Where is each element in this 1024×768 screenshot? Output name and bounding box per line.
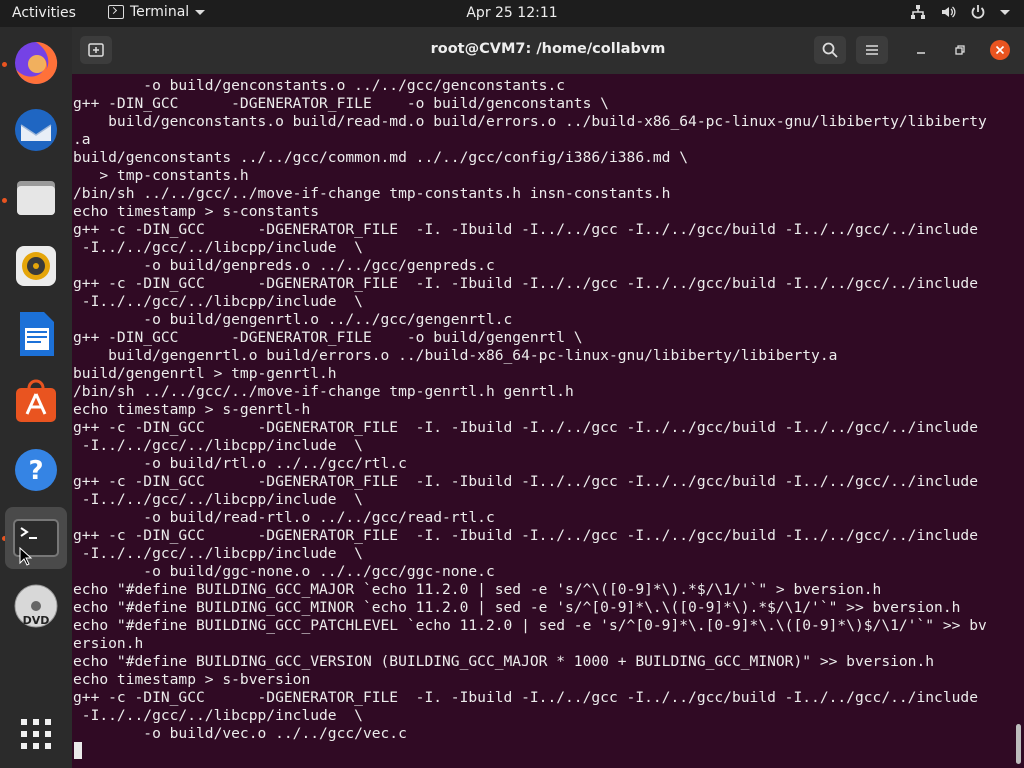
- minimize-icon: [917, 52, 925, 54]
- close-icon: [995, 45, 1005, 55]
- terminal-line: echo "#define BUILDING_GCC_PATCHLEVEL `e…: [73, 617, 987, 634]
- terminal-headerbar: root@CVM7: /home/collabvm: [72, 27, 1024, 74]
- terminal-line: /bin/sh ../../gcc/../move-if-change tmp-…: [73, 185, 671, 202]
- terminal-line: -I../../gcc/../libcpp/include \: [73, 239, 363, 256]
- writer-icon: [20, 312, 54, 356]
- window-title: root@CVM7: /home/collabvm: [430, 41, 666, 57]
- restore-icon: [955, 45, 965, 55]
- hamburger-menu-icon: [866, 45, 878, 55]
- terminal-line: echo timestamp > s-bversion: [73, 671, 311, 688]
- dock-thunderbird[interactable]: [5, 99, 67, 161]
- activities-button[interactable]: Activities: [12, 5, 76, 21]
- terminal-line: -I../../gcc/../libcpp/include \: [73, 545, 363, 562]
- rhythmbox-icon: [16, 246, 56, 286]
- search-icon: [822, 42, 838, 58]
- terminal-line: ersion.h: [73, 635, 144, 652]
- terminal-line: g++ -c -DIN_GCC -DGENERATOR_FILE -I. -Ib…: [73, 275, 978, 292]
- dock-help[interactable]: ?: [5, 439, 67, 501]
- menu-button[interactable]: [856, 36, 888, 64]
- top-bar: Activities Terminal Apr 25 12:11: [0, 0, 1024, 27]
- firefox-icon: [15, 41, 58, 84]
- terminal-line: g++ -c -DIN_GCC -DGENERATOR_FILE -I. -Ib…: [73, 419, 978, 436]
- terminal-line: -I../../gcc/../libcpp/include \: [73, 707, 363, 724]
- search-button[interactable]: [814, 36, 846, 64]
- terminal-line: -o build/gengenrtl.o ../../gcc/gengenrtl…: [73, 311, 513, 328]
- terminal-line: -I../../gcc/../libcpp/include \: [73, 491, 363, 508]
- terminal-line: -o build/vec.o ../../gcc/vec.c: [73, 725, 407, 742]
- terminal-icon: [108, 5, 124, 19]
- terminal-line: build/gengenrtl > tmp-genrtl.h: [73, 365, 337, 382]
- new-tab-button[interactable]: [80, 36, 112, 64]
- terminal-line: -o build/genpreds.o ../../gcc/genpreds.c: [73, 257, 495, 274]
- show-applications-button[interactable]: [5, 703, 67, 765]
- terminal-line: .a: [73, 131, 91, 148]
- terminal-output: -o build/genconstants.o ../../gcc/gencon…: [73, 77, 987, 743]
- terminal-line: > tmp-constants.h: [73, 167, 249, 184]
- dvd-icon: DVD: [14, 584, 58, 628]
- dock-writer[interactable]: [5, 303, 67, 365]
- mouse-pointer-icon: [19, 547, 33, 566]
- app-menu-label: Terminal: [130, 4, 190, 20]
- terminal-line: /bin/sh ../../gcc/../move-if-change tmp-…: [73, 383, 574, 400]
- terminal-line: g++ -DIN_GCC -DGENERATOR_FILE -o build/g…: [73, 95, 609, 112]
- software-center-icon: [16, 379, 56, 422]
- terminal-line: -o build/ggc-none.o ../../gcc/ggc-none.c: [73, 563, 495, 580]
- terminal-line: g++ -c -DIN_GCC -DGENERATOR_FILE -I. -Ib…: [73, 527, 978, 544]
- dock-terminal[interactable]: [5, 507, 67, 569]
- terminal-view[interactable]: -o build/genconstants.o ../../gcc/gencon…: [72, 74, 1024, 768]
- terminal-line: echo timestamp > s-constants: [73, 203, 320, 220]
- terminal-line: g++ -c -DIN_GCC -DGENERATOR_FILE -I. -Ib…: [73, 221, 978, 238]
- dock-software[interactable]: [5, 371, 67, 433]
- thunderbird-icon: [15, 109, 57, 151]
- power-icon: [971, 5, 985, 19]
- network-icon: [911, 5, 925, 19]
- terminal-line: -o build/genconstants.o ../../gcc/gencon…: [73, 77, 566, 94]
- terminal-line: g++ -c -DIN_GCC -DGENERATOR_FILE -I. -Ib…: [73, 473, 978, 490]
- terminal-line: -o build/rtl.o ../../gcc/rtl.c: [73, 455, 407, 472]
- app-menu[interactable]: Terminal: [108, 4, 206, 20]
- maximize-button[interactable]: [950, 40, 970, 60]
- system-status-menu[interactable]: [910, 4, 1010, 20]
- svg-text:DVD: DVD: [23, 614, 50, 627]
- close-button[interactable]: [990, 40, 1010, 60]
- terminal-cursor: [74, 742, 82, 759]
- terminal-line: echo "#define BUILDING_GCC_MAJOR `echo 1…: [73, 581, 882, 598]
- dock-rhythmbox[interactable]: [5, 235, 67, 297]
- minimize-button[interactable]: [911, 40, 931, 60]
- terminal-line: g++ -c -DIN_GCC -DGENERATOR_FILE -I. -Ib…: [73, 689, 978, 706]
- dock: ? DVD: [0, 27, 72, 768]
- dock-files[interactable]: [5, 167, 67, 229]
- clock[interactable]: Apr 25 12:11: [466, 5, 557, 21]
- svg-text:?: ?: [28, 456, 43, 486]
- terminal-line: -o build/read-rtl.o ../../gcc/read-rtl.c: [73, 509, 495, 526]
- terminal-line: -I../../gcc/../libcpp/include \: [73, 437, 363, 454]
- terminal-line: build/genconstants ../../gcc/common.md .…: [73, 149, 689, 166]
- chevron-down-icon: [1000, 9, 1010, 15]
- app-grid-icon: [21, 719, 51, 749]
- scrollbar[interactable]: [1016, 724, 1021, 764]
- terminal-line: build/genconstants.o build/read-md.o bui…: [73, 113, 987, 130]
- terminal-line: -I../../gcc/../libcpp/include \: [73, 293, 363, 310]
- terminal-line: echo timestamp > s-genrtl-h: [73, 401, 311, 418]
- dock-firefox[interactable]: [5, 31, 67, 93]
- dock-dvd[interactable]: DVD: [5, 575, 67, 637]
- volume-icon: [942, 6, 956, 18]
- terminal-line: build/gengenrtl.o build/errors.o ../buil…: [73, 347, 838, 364]
- terminal-line: echo "#define BUILDING_GCC_VERSION (BUIL…: [73, 653, 935, 670]
- help-icon: ?: [15, 449, 57, 491]
- new-tab-icon: [88, 43, 104, 57]
- chevron-down-icon: [195, 9, 206, 15]
- terminal-line: g++ -DIN_GCC -DGENERATOR_FILE -o build/g…: [73, 329, 583, 346]
- files-icon: [17, 181, 55, 215]
- terminal-line: echo "#define BUILDING_GCC_MINOR `echo 1…: [73, 599, 961, 616]
